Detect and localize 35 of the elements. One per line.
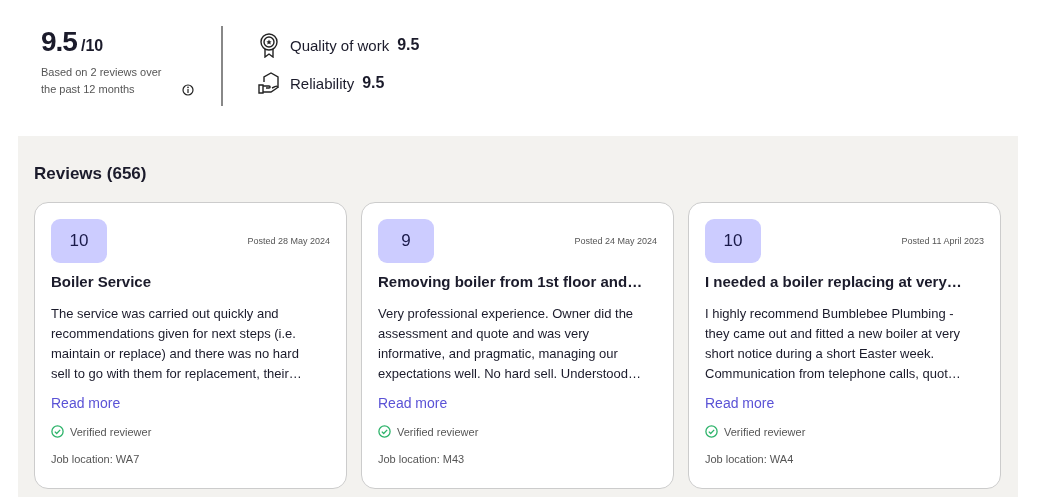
overall-score: 9.5 — [41, 26, 77, 58]
verified-label: Verified reviewer — [70, 425, 152, 438]
reviews-heading: Reviews (656) — [34, 164, 148, 184]
review-score: 9 — [378, 219, 434, 263]
house-in-hand-icon — [258, 72, 280, 94]
rating-value: 9.5 — [397, 36, 420, 54]
job-location: Job location: WA4 — [705, 453, 795, 465]
review-score: 10 — [705, 219, 761, 263]
review-text: I highly recommend Bumblebee Plumbing - they came out and fitted a new boiler at very short notice during a short Easter week. Communication from telephone calls, quot… — [705, 305, 962, 383]
review-title: I needed a boiler replacing at very… — [705, 273, 963, 290]
score-scale: /10 — [80, 37, 104, 55]
info-icon[interactable] — [182, 84, 194, 96]
rating-value: 9.5 — [362, 74, 385, 92]
review-text: Very professional experience. Owner did the assessment and quote and was very informative, and pragmatic, managing our expectations well. No hard sell. Understood… — [378, 305, 643, 383]
rating-label: Quality of work — [290, 36, 390, 54]
review-title: Removing boiler from 1st floor and… — [378, 273, 644, 290]
check-circle-icon — [378, 425, 391, 438]
medal-icon — [258, 32, 280, 58]
job-location: Job location: WA7 — [51, 453, 141, 465]
verified-label: Verified reviewer — [724, 425, 806, 438]
rating-label: Reliability — [290, 74, 355, 92]
read-more-link[interactable]: Read more — [378, 395, 448, 411]
read-more-link[interactable]: Read more — [51, 395, 121, 411]
posted-date: Posted 24 May 2024 — [574, 236, 657, 246]
check-circle-icon — [705, 425, 718, 438]
review-score: 10 — [51, 219, 107, 263]
posted-date: Posted 11 April 2023 — [901, 236, 984, 246]
review-title: Boiler Service — [51, 273, 153, 290]
posted-date: Posted 28 May 2024 — [247, 236, 330, 246]
job-location: Job location: M43 — [378, 453, 466, 465]
review-text: The service was carried out quickly and recommendations given for next steps (i.e. maintain or replace) and there was no hard sell to go with them for replacement, their… — [51, 305, 303, 383]
rating-basis: Based on 2 reviews over the past 12 months — [41, 65, 163, 97]
read-more-link[interactable]: Read more — [705, 395, 775, 411]
check-circle-icon — [51, 425, 64, 438]
verified-label: Verified reviewer — [397, 425, 479, 438]
